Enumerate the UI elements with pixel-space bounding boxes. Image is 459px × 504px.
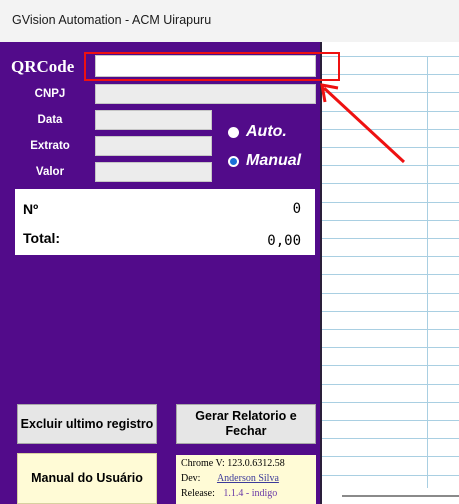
valor-label: Valor xyxy=(35,166,65,178)
user-manual-button[interactable]: Manual do Usuário xyxy=(17,453,157,504)
count-label: Nº xyxy=(23,201,39,217)
grid-row-line xyxy=(322,56,459,57)
grid-row-line xyxy=(322,92,459,93)
grid-row-line xyxy=(322,274,459,275)
version-info: Chrome V: 123.0.6312.58 Dev: Anderson Si… xyxy=(176,455,316,504)
count-value: 0 xyxy=(292,201,301,217)
data-label: Data xyxy=(37,114,63,126)
dev-label: Dev: xyxy=(181,473,201,484)
window-titlebar: GVision Automation - ACM Uirapuru xyxy=(0,0,459,42)
window-title: GVision Automation - ACM Uirapuru xyxy=(12,13,212,27)
horizontal-scrollbar[interactable] xyxy=(342,495,459,497)
grid-row-line xyxy=(322,165,459,166)
radio-unselected-icon xyxy=(228,126,239,138)
chrome-version: 123.0.6312.58 xyxy=(227,458,285,469)
grid-row-line xyxy=(322,329,459,330)
grid-row-line xyxy=(322,220,459,221)
grid-row-line xyxy=(322,438,459,439)
radio-selected-icon xyxy=(228,155,239,167)
release-value: 1.1.4 - indigo xyxy=(223,488,278,499)
grid-row-line xyxy=(322,384,459,385)
report-close-label: Gerar Relatorio e Fechar xyxy=(195,409,297,438)
cnpj-label: CNPJ xyxy=(34,88,66,100)
grid-row-line xyxy=(322,74,459,75)
grid-row-line xyxy=(322,293,459,294)
total-label: Total: xyxy=(23,230,61,246)
release-label: Release: xyxy=(181,488,215,499)
radio-manual-label: Manual xyxy=(246,152,302,169)
chrome-label: Chrome V: xyxy=(181,458,225,469)
grid-row-line xyxy=(322,311,459,312)
grid-row-line xyxy=(322,111,459,112)
annotation-highlight-box xyxy=(84,52,340,81)
records-grid[interactable] xyxy=(320,42,459,504)
grid-row-line xyxy=(322,129,459,130)
grid-row-line xyxy=(322,475,459,476)
grid-column-divider xyxy=(427,56,428,488)
grid-row-line xyxy=(322,365,459,366)
qrcode-label: QRCode xyxy=(11,57,75,76)
extrato-field[interactable] xyxy=(95,136,212,156)
report-close-button[interactable]: Gerar Relatorio e Fechar xyxy=(176,404,316,444)
grid-row-line xyxy=(322,238,459,239)
total-value: 0,00 xyxy=(267,233,301,249)
grid-row-line xyxy=(322,347,459,348)
valor-field[interactable] xyxy=(95,162,212,182)
grid-row-line xyxy=(322,256,459,257)
extrato-label: Extrato xyxy=(30,140,70,152)
cnpj-field[interactable] xyxy=(95,84,316,104)
delete-last-button[interactable]: Excluir ultimo registro xyxy=(17,404,157,444)
dev-link[interactable]: Anderson Silva xyxy=(217,473,279,484)
user-manual-label: Manual do Usuário xyxy=(31,471,143,485)
grid-row-line xyxy=(322,402,459,403)
grid-row-line xyxy=(322,202,459,203)
radio-auto[interactable]: Auto. xyxy=(228,123,287,141)
grid-row-line xyxy=(322,147,459,148)
grid-row-line xyxy=(322,420,459,421)
grid-row-line xyxy=(322,456,459,457)
radio-manual[interactable]: Manual xyxy=(228,152,301,170)
data-field[interactable] xyxy=(95,110,212,130)
delete-last-label: Excluir ultimo registro xyxy=(20,416,154,431)
summary-box: Nº 0 Total: 0,00 xyxy=(15,189,315,255)
radio-auto-label: Auto. xyxy=(246,123,287,140)
grid-row-line xyxy=(322,183,459,184)
